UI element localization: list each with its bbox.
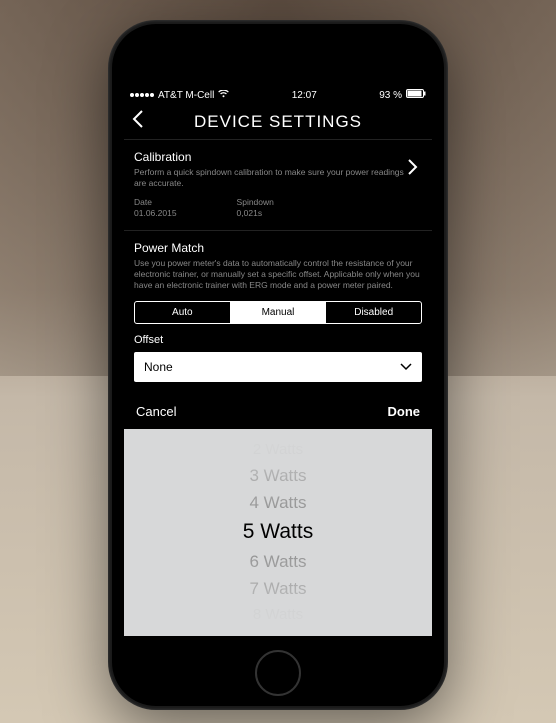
picker-option[interactable]: 7 Watts	[250, 576, 307, 603]
calibration-section: Calibration Perform a quick spindown cal…	[124, 140, 432, 231]
done-button[interactable]: Done	[388, 404, 421, 419]
status-bar: AT&T M-Cell 12:07 93 %	[124, 86, 432, 104]
offset-value: None	[144, 360, 173, 374]
carrier-label: AT&T M-Cell	[158, 90, 214, 101]
picker-option[interactable]: 3 Watts	[250, 463, 307, 490]
offset-label: Offset	[134, 334, 422, 346]
wifi-icon	[218, 90, 229, 101]
chevron-right-icon	[404, 158, 422, 181]
signal-dots-icon	[130, 93, 154, 97]
picker-wheel[interactable]: 2 Watts 3 Watts 4 Watts 5 Watts 6 Watts …	[124, 429, 432, 636]
calibration-spindown-value: 0,021s	[237, 208, 274, 218]
battery-percent: 93 %	[379, 90, 402, 101]
cancel-button[interactable]: Cancel	[136, 404, 176, 419]
screen: AT&T M-Cell 12:07 93 % DEV	[124, 86, 432, 636]
power-match-segmented: Auto Manual Disabled	[134, 301, 422, 324]
chevron-down-icon	[400, 360, 412, 374]
picker-option[interactable]: 4 Watts	[250, 490, 307, 517]
back-button[interactable]	[132, 110, 144, 134]
power-match-section: Power Match Use you power meter's data t…	[124, 231, 432, 394]
power-match-title: Power Match	[134, 241, 422, 255]
calibration-date-value: 01.06.2015	[134, 208, 177, 218]
calibration-title: Calibration	[134, 150, 404, 164]
segment-disabled[interactable]: Disabled	[326, 302, 421, 323]
phone-frame: AT&T M-Cell 12:07 93 % DEV	[108, 20, 448, 710]
chevron-left-icon	[132, 110, 144, 128]
segment-manual[interactable]: Manual	[231, 302, 327, 323]
calibration-row[interactable]: Calibration Perform a quick spindown cal…	[134, 150, 422, 189]
picker-option-selected[interactable]: 5 Watts	[243, 516, 313, 548]
power-match-description: Use you power meter's data to automatica…	[134, 258, 422, 291]
clock: 12:07	[292, 90, 317, 101]
calibration-spindown-label: Spindown	[237, 197, 274, 207]
picker-option[interactable]: 8 Watts	[253, 603, 303, 627]
picker-toolbar: Cancel Done	[124, 394, 432, 429]
page-title: DEVICE SETTINGS	[194, 112, 362, 132]
picker-option[interactable]: 2 Watts	[253, 438, 303, 462]
navbar: DEVICE SETTINGS	[124, 104, 432, 140]
calibration-description: Perform a quick spindown calibration to …	[134, 167, 404, 189]
battery-icon	[406, 89, 426, 101]
segment-auto[interactable]: Auto	[135, 302, 231, 323]
picker-option[interactable]: 6 Watts	[250, 549, 307, 576]
calibration-date-label: Date	[134, 197, 177, 207]
home-button[interactable]	[255, 650, 301, 696]
offset-select[interactable]: None	[134, 352, 422, 382]
